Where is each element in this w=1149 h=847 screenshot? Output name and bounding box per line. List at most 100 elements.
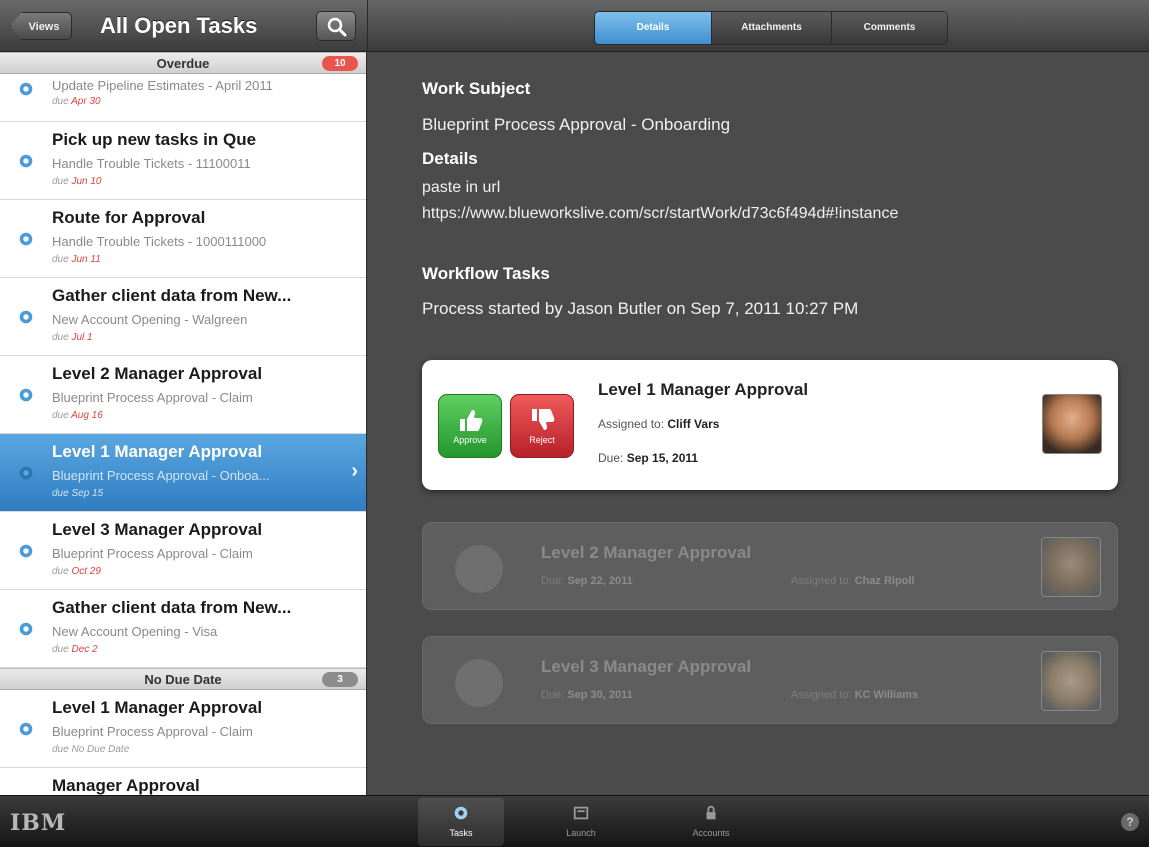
assigned-to: Assigned to: KC Williams bbox=[791, 689, 919, 701]
detail-header: Details Attachments Comments bbox=[367, 0, 1149, 52]
task-title: Level 3 Manager Approval bbox=[52, 520, 263, 539]
chevron-right-icon: › bbox=[351, 460, 358, 482]
gear-icon bbox=[19, 466, 33, 480]
task-subtitle: Update Pipeline Estimates - April 2011 bbox=[52, 78, 273, 93]
task-due: due Oct 29 bbox=[52, 566, 101, 577]
reject-label: Reject bbox=[529, 435, 555, 445]
due-date: Due: Sep 15, 2011 bbox=[598, 451, 699, 465]
launch-icon bbox=[573, 806, 589, 820]
gear-icon bbox=[19, 622, 33, 636]
task-title: Route for Approval bbox=[52, 208, 206, 227]
task-due: due Aug 16 bbox=[52, 410, 103, 421]
section-header-no-due-date: No Due Date 3 bbox=[0, 668, 366, 690]
lock-icon bbox=[706, 805, 716, 820]
task-title: Level 1 Manager Approval bbox=[52, 442, 263, 461]
overdue-count-badge: 10 bbox=[322, 56, 358, 71]
task-subtitle: Blueprint Process Approval - Claim bbox=[52, 724, 253, 739]
task-subtitle: Blueprint Process Approval - Claim bbox=[52, 546, 253, 561]
pending-status-icon bbox=[455, 545, 503, 593]
task-title: Gather client data from New... bbox=[52, 598, 292, 617]
task-due: due Jul 1 bbox=[52, 332, 93, 343]
task-item[interactable]: Level 3 Manager Approval Blueprint Proce… bbox=[0, 512, 366, 590]
task-list-header: Views All Open Tasks bbox=[0, 0, 367, 52]
workflow-tasks-heading: Workflow Tasks bbox=[422, 264, 550, 283]
views-back-button[interactable]: Views bbox=[10, 12, 72, 40]
approve-button[interactable]: Approve bbox=[438, 394, 502, 458]
details-line: paste in url bbox=[422, 179, 501, 196]
avatar bbox=[1041, 651, 1101, 711]
assigned-to: Assigned to: Chaz Ripoll bbox=[791, 575, 915, 587]
gear-icon bbox=[19, 722, 33, 736]
active-task-title: Level 1 Manager Approval bbox=[598, 380, 809, 399]
work-subject-value: Blueprint Process Approval - Onboarding bbox=[422, 115, 731, 134]
task-detail-pane: Work Subject Blueprint Process Approval … bbox=[368, 53, 1149, 795]
gear-icon bbox=[19, 310, 33, 324]
pending-task-card: Level 2 Manager Approval Due: Sep 22, 20… bbox=[422, 522, 1118, 610]
gear-icon bbox=[19, 544, 33, 558]
task-subtitle: New Account Opening - Walgreen bbox=[52, 312, 248, 327]
task-subtitle: Handle Trouble Tickets - 11100011 bbox=[52, 156, 251, 171]
thumbs-down-icon bbox=[532, 409, 555, 430]
task-item[interactable]: Manager Approval bbox=[0, 768, 366, 795]
task-item[interactable]: Level 2 Manager Approval Blueprint Proce… bbox=[0, 356, 366, 434]
gear-icon bbox=[19, 82, 33, 96]
help-button[interactable]: ? bbox=[1121, 813, 1139, 831]
details-heading: Details bbox=[422, 149, 478, 168]
task-subtitle: Blueprint Process Approval - Onboa... bbox=[52, 468, 270, 483]
task-due: due Sep 15 bbox=[52, 488, 104, 499]
task-item[interactable]: Gather client data from New... New Accou… bbox=[0, 590, 366, 668]
pending-task-card: Level 3 Manager Approval Due: Sep 30, 20… bbox=[422, 636, 1118, 724]
search-icon bbox=[327, 17, 347, 37]
task-due: due Jun 10 bbox=[52, 176, 102, 187]
task-subtitle: Blueprint Process Approval - Claim bbox=[52, 390, 253, 405]
section-label: Overdue bbox=[156, 56, 210, 71]
task-due: due Apr 30 bbox=[52, 96, 101, 107]
pending-status-icon bbox=[455, 659, 503, 707]
gear-icon bbox=[19, 232, 33, 246]
avatar bbox=[1042, 394, 1102, 454]
pending-task-title: Level 2 Manager Approval bbox=[541, 543, 752, 562]
task-due: due Jun 11 bbox=[52, 254, 101, 265]
workflow-started-text: Process started by Jason Butler on Sep 7… bbox=[422, 299, 859, 318]
pending-task-title: Level 3 Manager Approval bbox=[541, 657, 752, 676]
search-button[interactable] bbox=[316, 11, 356, 41]
bottom-tab-bar: IBM Tasks Launch Accounts ? bbox=[0, 795, 1149, 847]
gear-icon bbox=[19, 154, 33, 168]
task-subtitle: New Account Opening - Visa bbox=[52, 624, 218, 639]
task-item[interactable]: Level 1 Manager Approval Blueprint Proce… bbox=[0, 690, 366, 768]
tab-accounts[interactable]: Accounts bbox=[668, 798, 754, 846]
section-label: No Due Date bbox=[144, 672, 222, 687]
section-header-overdue: Overdue 10 bbox=[0, 52, 366, 74]
due-date: Due: Sep 30, 2011 bbox=[541, 689, 633, 701]
tab-launch[interactable]: Launch bbox=[538, 798, 624, 846]
assigned-to: Assigned to: Cliff Vars bbox=[598, 417, 720, 431]
no-due-count-badge: 3 bbox=[322, 672, 358, 687]
active-task-card: Approve Reject Level 1 Manager Approval … bbox=[422, 360, 1118, 490]
tab-attachments[interactable]: Attachments bbox=[711, 12, 831, 44]
avatar bbox=[1041, 537, 1101, 597]
task-title: Level 1 Manager Approval bbox=[52, 698, 263, 717]
tab-details[interactable]: Details bbox=[595, 12, 711, 44]
task-item-selected[interactable]: Level 1 Manager Approval Blueprint Proce… bbox=[0, 434, 366, 512]
details-url[interactable]: https://www.blueworkslive.com/scr/startW… bbox=[422, 205, 898, 223]
task-item[interactable]: Pick up new tasks in Que Handle Trouble … bbox=[0, 122, 366, 200]
thumbs-up-icon bbox=[460, 410, 483, 431]
tab-tasks[interactable]: Tasks bbox=[418, 798, 504, 846]
task-title: Manager Approval bbox=[52, 776, 200, 795]
task-item[interactable]: Route for Approval Handle Trouble Ticket… bbox=[0, 200, 366, 278]
gear-icon bbox=[454, 806, 468, 820]
task-item[interactable]: Gather client data from New... New Accou… bbox=[0, 278, 366, 356]
task-due: due No Due Date bbox=[52, 744, 130, 755]
ibm-logo: IBM bbox=[10, 810, 67, 836]
task-item[interactable]: Update Pipeline Estimates - April 2011 d… bbox=[0, 74, 366, 122]
tab-comments[interactable]: Comments bbox=[831, 12, 947, 44]
approve-label: Approve bbox=[453, 435, 487, 445]
task-title: Gather client data from New... bbox=[52, 286, 292, 305]
reject-button[interactable]: Reject bbox=[510, 394, 574, 458]
gear-icon bbox=[19, 388, 33, 402]
task-title: Level 2 Manager Approval bbox=[52, 364, 263, 383]
task-subtitle: Handle Trouble Tickets - 1000111000 bbox=[52, 234, 267, 249]
task-list[interactable]: Overdue 10 Update Pipeline Estimates - A… bbox=[0, 52, 367, 795]
work-subject-heading: Work Subject bbox=[422, 79, 531, 98]
task-title: Pick up new tasks in Que bbox=[52, 130, 257, 149]
